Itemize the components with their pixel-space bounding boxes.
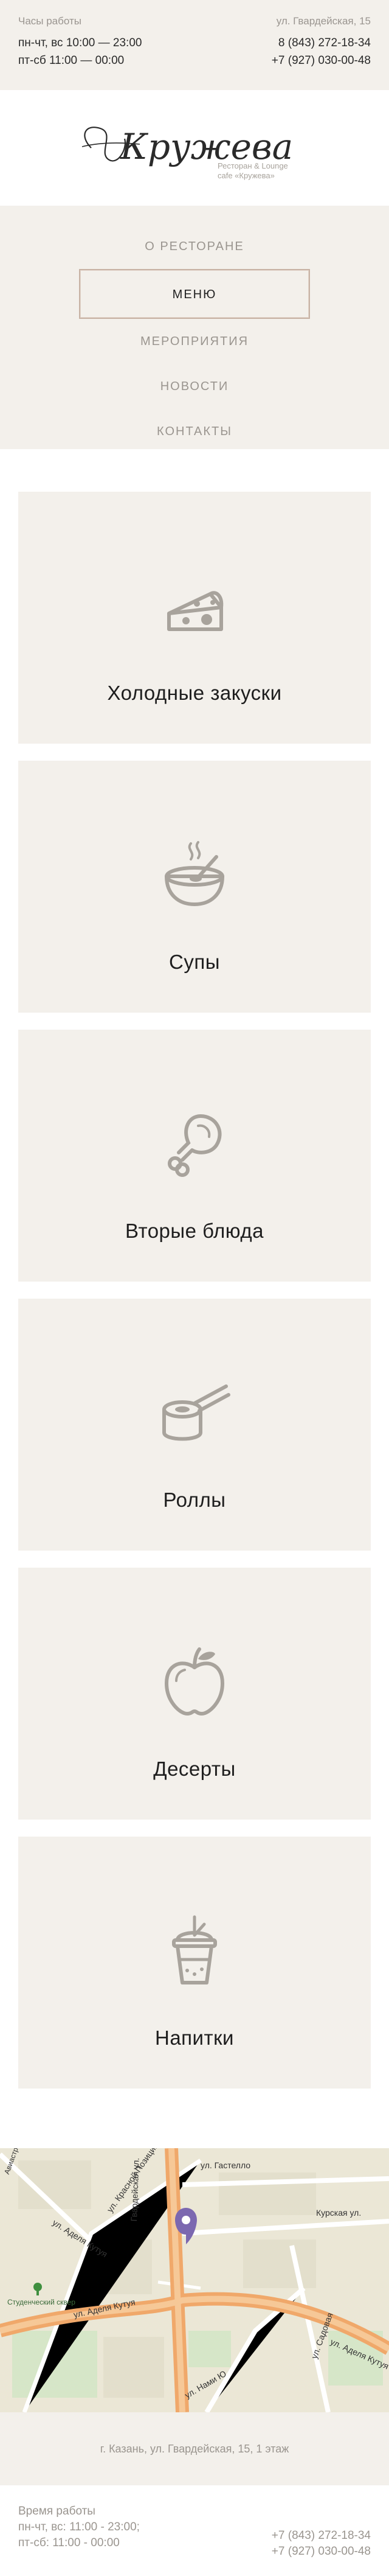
apple-icon bbox=[165, 1647, 224, 1716]
footer-hours-weekend: пт-сб: 11:00 - 00:00 bbox=[18, 2536, 120, 2549]
hours-weekdays: пн-чт, вс 10:00 — 23:00 bbox=[18, 37, 142, 49]
phone-link-2[interactable]: +7 (927) 030-00-48 bbox=[272, 52, 371, 69]
category-card-drinks[interactable]: Напитки bbox=[18, 1837, 371, 2089]
category-title: Холодные закуски bbox=[107, 682, 282, 704]
main-navigation: О РЕСТОРАНЕ МЕНЮ МЕРОПРИЯТИЯ НОВОСТИ КОН… bbox=[0, 206, 389, 449]
nav-item-contacts[interactable]: КОНТАКТЫ bbox=[0, 409, 389, 454]
top-address: ул. Гвардейская, 15 bbox=[276, 15, 371, 27]
category-title: Роллы bbox=[163, 1489, 226, 1511]
category-title: Напитки bbox=[155, 2026, 234, 2049]
nav-item-about[interactable]: О РЕСТОРАНЕ bbox=[0, 224, 389, 269]
top-info-bar: Часы работы пн-чт, вс 10:00 — 23:00 пт-с… bbox=[0, 0, 389, 90]
menu-categories: Холодные закуски Супы Вторые блюда Роллы… bbox=[0, 449, 389, 2112]
cheese-icon bbox=[167, 591, 224, 631]
nav-item-events[interactable]: МЕРОПРИЯТИЯ bbox=[0, 319, 389, 364]
map-label: Студенческий сквер bbox=[7, 2298, 75, 2306]
phone-link-1[interactable]: 8 (843) 272-18-34 bbox=[278, 34, 371, 52]
logo-subtitle-line2: cafe «Кружева» bbox=[218, 171, 275, 180]
nav-item-news[interactable]: НОВОСТИ bbox=[0, 364, 389, 409]
drink-cup-icon bbox=[172, 1915, 217, 1984]
map-label: Курская ул. bbox=[316, 2208, 362, 2218]
sushi-roll-icon bbox=[162, 1384, 230, 1441]
category-card-soups[interactable]: Супы bbox=[18, 761, 371, 1013]
category-title: Десерты bbox=[153, 1757, 236, 1780]
working-hours-block: Часы работы пн-чт, вс 10:00 — 23:00 пт-с… bbox=[18, 15, 142, 90]
nav-item-menu[interactable]: МЕНЮ bbox=[79, 269, 310, 319]
contacts-block: ул. Гвардейская, 15 8 (843) 272-18-34 +7… bbox=[272, 15, 371, 90]
category-title: Супы bbox=[169, 951, 220, 973]
category-title: Вторые блюда bbox=[125, 1220, 264, 1242]
location-map[interactable]: ул. Гастелло Курская ул. Гвардейская ул.… bbox=[0, 2148, 389, 2412]
category-card-desserts[interactable]: Десерты bbox=[18, 1568, 371, 1820]
footer-phones: +7 (843) 272-18-34 +7 (927) 030-00-48 bbox=[272, 2504, 371, 2571]
map-tiles bbox=[0, 2148, 389, 2412]
category-card-rolls[interactable]: Роллы bbox=[18, 1299, 371, 1551]
category-card-cold-appetizers[interactable]: Холодные закуски bbox=[18, 492, 371, 744]
logo-subtitle: Ресторан & Lounge cafe «Кружева» bbox=[218, 161, 288, 181]
logo-area: Кружева Ресторан & Lounge cafe «Кружева» bbox=[0, 90, 389, 206]
footer-hours-weekdays: пн-чт, вс: 11:00 - 23:00; bbox=[18, 2521, 140, 2533]
hours-label: Часы работы bbox=[18, 15, 81, 27]
logo-subtitle-line1: Ресторан & Lounge bbox=[218, 161, 288, 170]
chicken-leg-icon bbox=[168, 1114, 222, 1177]
footer: Время работы пн-чт, вс: 11:00 - 23:00; п… bbox=[0, 2485, 389, 2571]
footer-phone-link-1[interactable]: +7 (843) 272-18-34 bbox=[272, 2528, 371, 2544]
category-card-main-courses[interactable]: Вторые блюда bbox=[18, 1030, 371, 1282]
address-line: г. Казань, ул. Гвардейская, 15, 1 этаж bbox=[0, 2412, 389, 2485]
soup-bowl-icon bbox=[165, 841, 224, 906]
site-logo[interactable]: Кружева Ресторан & Lounge cafe «Кружева» bbox=[73, 111, 316, 184]
footer-hours-label: Время работы bbox=[18, 2505, 95, 2518]
footer-hours: Время работы пн-чт, вс: 11:00 - 23:00; п… bbox=[18, 2504, 140, 2571]
footer-phone-link-2[interactable]: +7 (927) 030-00-48 bbox=[272, 2544, 371, 2560]
map-label: ул. Гастелло bbox=[201, 2160, 251, 2170]
hours-weekend: пт-сб 11:00 — 00:00 bbox=[18, 54, 125, 67]
